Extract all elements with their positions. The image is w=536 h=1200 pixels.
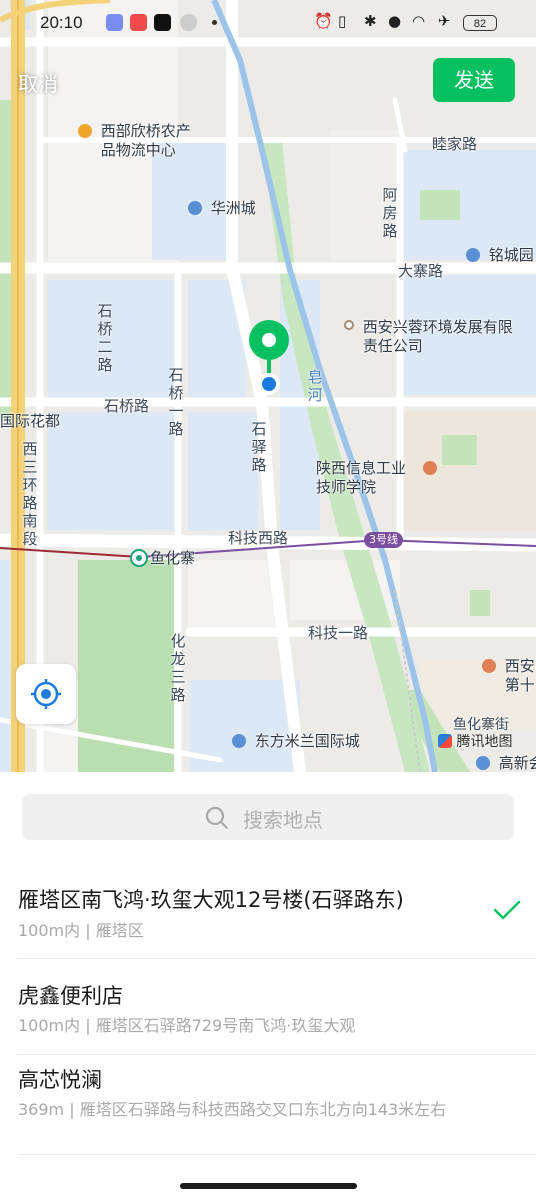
road-label-huilong-3: 化龙三路 — [170, 632, 186, 704]
search-icon — [205, 806, 229, 830]
residential-icon — [232, 734, 246, 748]
list-divider — [18, 1154, 536, 1155]
poi-intl-garden[interactable]: 国际花都 — [0, 412, 60, 431]
poi-dongfang-milan[interactable]: 东方米兰国际城 — [232, 732, 360, 751]
map-view[interactable]: 睦家路 大寨路 阿房路 石桥路 石桥二路 石桥一路 石驿路 皂河 西三环路南段 … — [0, 0, 536, 772]
app-notification-icon — [106, 14, 123, 31]
road-label-shiyi: 石驿路 — [251, 420, 267, 474]
poi-label: 东方米兰国际城 — [254, 732, 360, 750]
road-label-keji-1st: 科技一路 — [308, 624, 369, 642]
status-time: 20:10 — [40, 13, 83, 32]
poi-huazhou-city[interactable]: 华洲城 — [188, 199, 256, 218]
poi-label: 国际花都 — [0, 412, 61, 430]
list-divider — [18, 958, 536, 959]
bluetooth-icon: ✱ — [364, 12, 377, 30]
river-label-zao: 皂河 — [307, 368, 323, 404]
poi-yuhuazhai-station[interactable]: 鱼化寨 — [150, 549, 195, 568]
check-icon — [493, 900, 521, 920]
metro-line-badge: 3号线 — [364, 532, 403, 548]
tencent-map-icon — [438, 734, 452, 748]
company-icon — [344, 320, 354, 330]
location-icon: ● — [388, 12, 402, 30]
vibrate-icon: ▯ — [338, 12, 347, 30]
poi-mingcheng-garden[interactable]: 铭城园 — [466, 246, 534, 265]
road-label-kuijia: 睦家路 — [432, 135, 478, 153]
poi-tech-school[interactable]: 陕西信息工业技师学院 — [316, 459, 441, 497]
result-title: 高芯悦澜 — [18, 1068, 102, 1092]
poi-label: 西安第十 — [504, 657, 535, 694]
map-attribution: 腾讯地图 — [438, 731, 512, 751]
poi-label: 西部欣桥农产品物流中心 — [100, 122, 191, 159]
video-notification-icon — [130, 14, 147, 31]
poi-label: 高新会 — [498, 754, 536, 772]
residential-icon — [188, 201, 202, 215]
list-divider — [18, 1054, 536, 1055]
road-label-west-3rd-ring: 西三环路南段 — [22, 440, 38, 548]
residential-icon — [466, 248, 480, 262]
poi-xian-partial[interactable]: 西安第十 — [482, 657, 536, 695]
tiktok-notification-icon — [154, 14, 171, 31]
poi-env-company[interactable]: 西安兴蓉环境发展有限责任公司 — [344, 318, 513, 356]
chrome-notification-icon — [180, 14, 197, 31]
cancel-button[interactable]: 取消 — [18, 68, 58, 97]
poi-label: 华洲城 — [210, 199, 256, 217]
search-placeholder: 搜索地点 — [243, 808, 323, 832]
attribution-label: 腾讯地图 — [456, 734, 513, 750]
result-subtitle: 100m内 | 雁塔区石驿路729号南飞鸿·玖玺大观 — [18, 1016, 356, 1035]
battery-indicator: 82 — [463, 15, 497, 31]
school-icon — [422, 461, 437, 475]
road-label-shiqiao-2: 石桥二路 — [97, 302, 113, 374]
road-label-shiqiao: 石桥路 — [104, 397, 150, 415]
map-pin-icon[interactable] — [246, 318, 292, 400]
result-title: 雁塔区南飞鸿·玖玺大观12号楼(石驿路东) — [18, 888, 404, 912]
result-title: 虎鑫便利店 — [18, 984, 123, 1008]
alarm-icon: ⏰ — [314, 12, 333, 30]
home-indicator[interactable] — [180, 1183, 357, 1189]
school-icon — [482, 659, 496, 673]
status-bar: 20:10 ⏰ ▯ ✱ ● ◠ ✈ 82 — [0, 0, 536, 44]
poi-label: 铭城园 — [488, 246, 534, 264]
road-label-keji-west: 科技西路 — [228, 529, 289, 547]
road-label-shiqiao-1: 石桥一路 — [168, 366, 184, 438]
poi-label: 西安兴蓉环境发展有限责任公司 — [362, 318, 513, 355]
more-notifications-icon — [212, 20, 217, 25]
road-label-dazhai: 大寨路 — [398, 262, 444, 280]
locate-button[interactable] — [16, 664, 76, 724]
residential-icon — [476, 756, 490, 770]
poi-gaoxin-partial[interactable]: 高新会 — [476, 754, 536, 772]
airplane-icon: ✈ — [438, 12, 451, 30]
poi-label: 陕西信息工业技师学院 — [316, 459, 407, 496]
market-icon — [78, 124, 92, 138]
result-subtitle: 100m内 | 雁塔区 — [18, 921, 144, 940]
poi-label: 鱼化寨 — [150, 549, 196, 567]
locate-icon — [31, 679, 61, 709]
poi-west-market[interactable]: 西部欣桥农产品物流中心 — [78, 122, 199, 160]
send-button[interactable]: 发送 — [433, 58, 515, 102]
wifi-icon: ◠ — [412, 12, 426, 30]
road-label-afang: 阿房路 — [382, 186, 398, 240]
result-subtitle: 369m | 雁塔区石驿路与科技西路交叉口东北方向143米左右 — [18, 1100, 447, 1119]
